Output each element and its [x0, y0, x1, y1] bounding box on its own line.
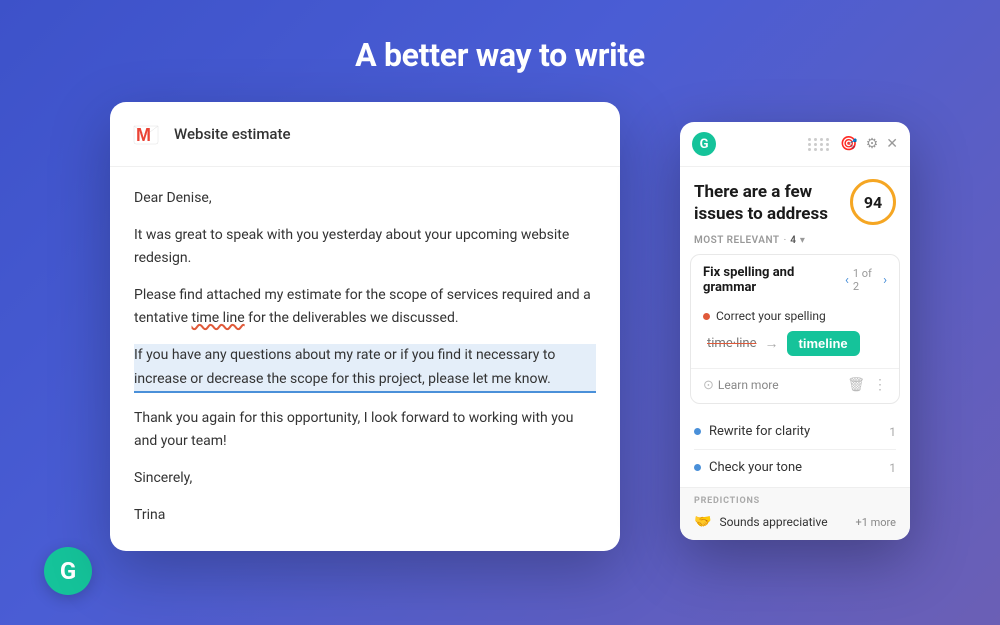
predictions-label: PREDICTIONS [694, 496, 896, 506]
panel-header-icons: 🎯 ⚙ ✕ [806, 136, 898, 153]
learn-more-row[interactable]: ⊙ Learn more [703, 378, 779, 393]
correct-spelling-label: Correct your spelling [716, 309, 826, 323]
grammarly-g-icon: G [692, 132, 716, 156]
score-badge: 94 [850, 179, 896, 225]
footer-icons: 🗑 ⋮ [847, 377, 887, 393]
grammarly-panel: G 🎯 ⚙ ✕ There are a few issues to addres… [680, 122, 910, 540]
close-icon[interactable]: ✕ [886, 136, 898, 152]
other-issue-left: Rewrite for clarity [694, 424, 810, 439]
grid-dots-icon [806, 136, 832, 153]
page-title: A better way to write [355, 36, 645, 74]
issue-card-body: Correct your spelling time·line → timeli… [691, 303, 899, 368]
panel-header: G 🎯 ⚙ ✕ [680, 122, 910, 167]
issue-nav-label: 1 of 2 [853, 267, 879, 293]
email-greeting: Dear Denise, [134, 187, 596, 210]
email-closing: Sincerely, [134, 467, 596, 490]
chevron-down-icon: ▾ [800, 235, 805, 246]
email-card: M Website estimate Dear Denise, It was g… [110, 102, 620, 551]
question-circle-icon: ⊙ [703, 378, 714, 393]
grammarly-logo-bottom: G [44, 547, 92, 595]
more-options-icon[interactable]: ⋮ [873, 377, 887, 393]
arrow-right-icon: → [765, 335, 779, 352]
issue-card-header: Fix spelling and grammar ‹ 1 of 2 › [691, 255, 899, 303]
para2-post: for the deliverables we discussed. [245, 310, 459, 326]
other-issue-count: 1 [889, 461, 896, 475]
issue-card-title: Fix spelling and grammar [703, 265, 845, 295]
other-issue-left: Check your tone [694, 460, 802, 475]
prediction-emoji-icon: 🤝 [694, 514, 711, 530]
other-issues-list: Rewrite for clarity 1 Check your tone 1 [680, 412, 910, 487]
email-header: M Website estimate [110, 102, 620, 167]
target-icon[interactable]: 🎯 [840, 136, 857, 152]
prediction-more[interactable]: +1 more [855, 516, 896, 529]
wrong-word-display: time·line [707, 336, 757, 351]
gmail-icon: M [130, 118, 162, 150]
panel-title-section: There are a few issues to address 94 [680, 167, 910, 231]
most-relevant-label: MOST RELEVANT [694, 235, 780, 246]
prev-issue-arrow[interactable]: ‹ [845, 273, 849, 288]
other-issue-text: Rewrite for clarity [709, 424, 810, 439]
svg-text:M: M [136, 125, 151, 145]
email-para4: Thank you again for this opportunity, I … [134, 407, 596, 453]
accept-suggestion-button[interactable]: timeline [787, 331, 860, 356]
spelling-fix-row: time·line → timeline [703, 331, 887, 356]
other-issue-text: Check your tone [709, 460, 802, 475]
panel-title: There are a few issues to address [694, 181, 842, 225]
issue-card-footer: ⊙ Learn more 🗑 ⋮ [691, 368, 899, 403]
next-issue-arrow[interactable]: › [883, 273, 887, 288]
trash-icon[interactable]: 🗑 [847, 377, 865, 393]
issue-card: Fix spelling and grammar ‹ 1 of 2 › Corr… [690, 254, 900, 404]
other-issue-count: 1 [889, 425, 896, 439]
email-subject: Website estimate [174, 125, 291, 143]
settings-icon[interactable]: ⚙ [866, 136, 879, 152]
wrong-word-inline: time line [192, 310, 245, 326]
prediction-row: 🤝 Sounds appreciative +1 more [694, 514, 896, 530]
email-name: Trina [134, 504, 596, 527]
blue-dot-icon [694, 428, 701, 435]
red-dot-icon [703, 313, 710, 320]
prediction-text: Sounds appreciative [719, 515, 827, 529]
issue-nav: ‹ 1 of 2 › [845, 267, 887, 293]
list-item[interactable]: Check your tone 1 [694, 450, 896, 485]
learn-more-text: Learn more [718, 378, 779, 392]
most-relevant-count: 4 [790, 235, 796, 246]
email-para3: If you have any questions about my rate … [134, 344, 596, 392]
predictions-section: PREDICTIONS 🤝 Sounds appreciative +1 mor… [680, 487, 910, 540]
correct-spelling-row: Correct your spelling [703, 309, 887, 323]
main-container: M Website estimate Dear Denise, It was g… [110, 102, 890, 551]
email-para2: Please find attached my estimate for the… [134, 284, 596, 330]
most-relevant-bar[interactable]: MOST RELEVANT · 4 ▾ [680, 231, 910, 254]
email-para1: It was great to speak with you yesterday… [134, 224, 596, 270]
list-item[interactable]: Rewrite for clarity 1 [694, 414, 896, 450]
blue-dot-icon [694, 464, 701, 471]
email-body: Dear Denise, It was great to speak with … [110, 167, 620, 551]
